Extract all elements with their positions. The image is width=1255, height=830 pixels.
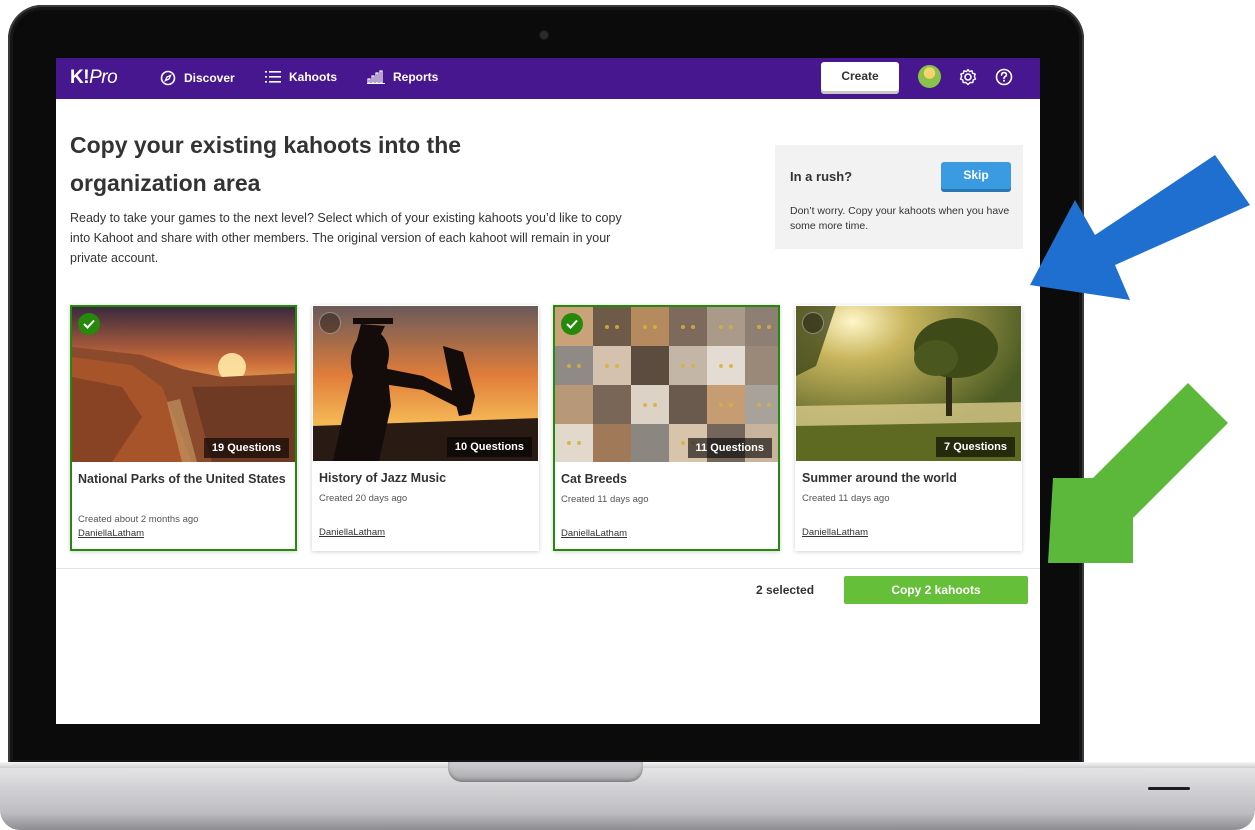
page-title: Copy your existing kahoots into the orga… [70, 132, 462, 196]
screen: K!Pro Discover Kahoots Reports Create Co… [56, 58, 1040, 724]
rush-title: In a rush? [790, 169, 853, 184]
nav-kahoots-label: Kahoots [289, 70, 337, 84]
list-icon [265, 71, 281, 83]
checkbox-checked[interactable] [561, 313, 583, 335]
copy-kahoots-button[interactable]: Copy 2 kahoots [844, 576, 1028, 604]
kahoot-title: National Parks of the United States [78, 472, 286, 486]
rush-text: Don’t worry. Copy your kahoots when you … [790, 205, 1010, 232]
kahoot-card-national-parks[interactable]: 19 Questions National Parks of the Unite… [70, 305, 297, 551]
nav-reports-label: Reports [393, 70, 439, 84]
footer-divider [56, 568, 1040, 569]
logo-pro-text: Pro [89, 67, 118, 88]
kahoot-author-link[interactable]: DaniellaLatham [802, 527, 868, 538]
selected-count: 2 selected [756, 583, 815, 597]
checkmark-icon [83, 319, 95, 329]
kahoot-author-link[interactable]: DaniellaLatham [561, 528, 627, 539]
question-count-badge: 11 Questions [687, 438, 772, 458]
kahoot-pro-logo[interactable]: K!Pro [70, 67, 118, 89]
avatar[interactable] [918, 65, 941, 88]
bar-chart-icon [367, 70, 385, 84]
nav-reports[interactable]: Reports [367, 70, 438, 84]
kahoot-author-link[interactable]: DaniellaLatham [78, 528, 144, 539]
checkbox-unchecked[interactable] [802, 312, 824, 334]
canyon-sunset-image: 19 Questions [72, 307, 295, 462]
nav-discover-label: Discover [184, 71, 235, 85]
kahoot-title: History of Jazz Music [319, 471, 447, 485]
create-button[interactable]: Create [821, 62, 899, 91]
kahoot-card-cat-breeds[interactable]: 11 Questions Cat Breeds Created 11 days … [553, 305, 780, 551]
laptop-notch [448, 762, 643, 782]
logo-mark: K! [70, 67, 90, 88]
question-count-badge: 19 Questions [203, 438, 289, 458]
kahoot-title: Summer around the world [802, 471, 957, 485]
question-count-badge: 10 Questions [446, 437, 532, 457]
kahoot-card-jazz[interactable]: 10 Questions History of Jazz Music Creat… [312, 305, 539, 551]
laptop-base-mark [1148, 787, 1190, 790]
compass-icon [160, 70, 176, 86]
tree-lake-sunlight-image: 7 Questions [796, 306, 1021, 461]
checkbox-unchecked[interactable] [319, 312, 341, 334]
cat-faces-grid-image: 11 Questions [555, 307, 778, 462]
kahoot-card-summer[interactable]: 7 Questions Summer around the world Crea… [795, 305, 1022, 551]
top-nav-bar: K!Pro Discover Kahoots Reports Create [56, 58, 1040, 99]
blue-arrow-icon [1030, 155, 1250, 300]
nav-discover[interactable]: Discover [160, 70, 235, 86]
question-count-badge: 7 Questions [936, 437, 1015, 457]
green-arrow-icon [1048, 383, 1228, 563]
kahoot-created: Created about 2 months ago [78, 514, 199, 525]
kahoot-title: Cat Breeds [561, 472, 627, 486]
kahoot-created: Created 11 days ago [802, 493, 890, 504]
help-icon[interactable] [994, 67, 1014, 87]
page-intro: Ready to take your games to the next lev… [70, 211, 622, 265]
nav-kahoots[interactable]: Kahoots [265, 70, 337, 84]
checkmark-icon [566, 319, 578, 329]
gear-icon[interactable] [958, 67, 978, 87]
checkbox-checked[interactable] [78, 313, 100, 335]
rush-panel: In a rush? Skip Don’t worry. Copy your k… [775, 145, 1023, 249]
skip-button[interactable]: Skip [941, 162, 1011, 189]
saxophone-silhouette-image: 10 Questions [313, 306, 538, 461]
kahoot-created: Created 20 days ago [319, 493, 408, 504]
camera-icon [540, 31, 548, 39]
kahoot-created: Created 11 days ago [561, 494, 649, 505]
kahoot-author-link[interactable]: DaniellaLatham [319, 527, 385, 538]
